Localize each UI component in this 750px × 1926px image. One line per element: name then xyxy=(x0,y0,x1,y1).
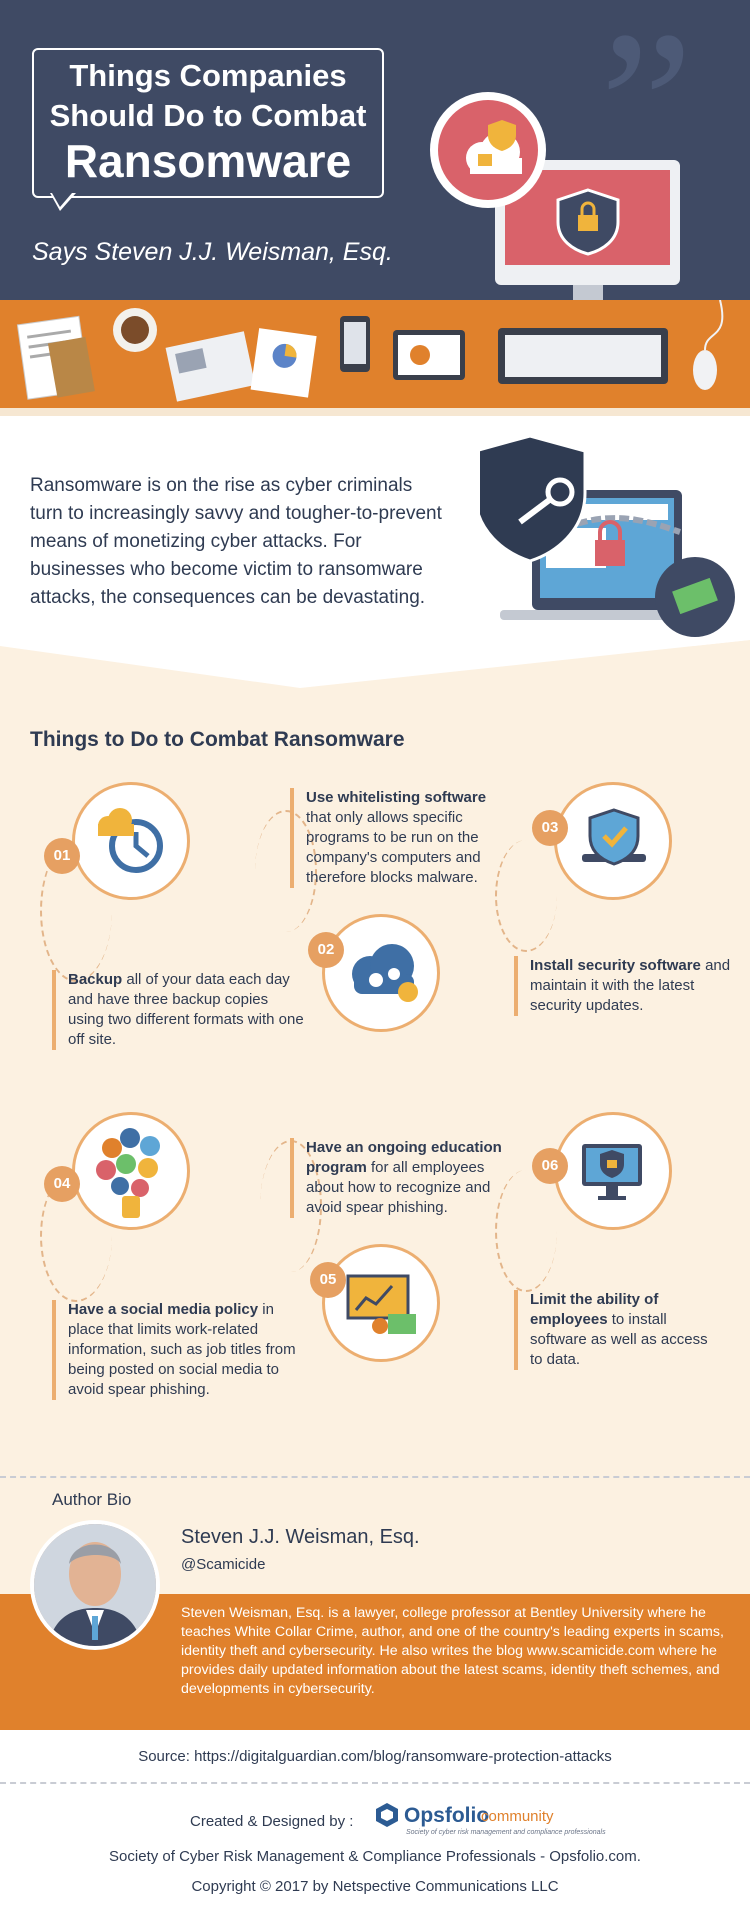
bio-separator xyxy=(0,1476,750,1478)
step-02-text: Use whitelisting software that only allo… xyxy=(290,788,511,888)
social-media-tree-icon xyxy=(96,1128,160,1218)
shield-check-icon xyxy=(582,808,646,866)
step-01-number: 01 xyxy=(44,838,80,874)
laptop-security-illustration xyxy=(480,434,735,637)
subtitle: Says Steven J.J. Weisman, Esq. xyxy=(32,238,393,266)
opsfolio-logo-tagline: Society of cyber risk management and com… xyxy=(406,1829,606,1836)
opsfolio-logo-community: community xyxy=(481,1808,554,1825)
bio-heading: Author Bio xyxy=(52,1490,132,1509)
bio-text: Steven Weisman, Esq. is a lawyer, colleg… xyxy=(181,1605,724,1697)
steps-title: Things to Do to Combat Ransomware xyxy=(30,728,405,751)
step-04-heading: Have a social media policy xyxy=(68,1301,259,1318)
cloud-gears-icon xyxy=(352,944,418,1002)
society-line: Society of Cyber Risk Management & Compl… xyxy=(109,1848,641,1865)
step-03-number: 03 xyxy=(532,810,568,846)
title-box-tail-inner xyxy=(52,193,72,207)
bio-name: Steven J.J. Weisman, Esq. xyxy=(181,1526,420,1548)
step-06-number: 06 xyxy=(532,1148,568,1184)
title-line-1: Things Companies xyxy=(69,58,347,93)
author-avatar xyxy=(30,1520,160,1650)
author-photo xyxy=(34,1524,156,1646)
step-04-text: Have a social media policy in place that… xyxy=(52,1300,308,1400)
bio-handle: @Scamicide xyxy=(181,1556,266,1573)
monitor-shield-icon xyxy=(582,1144,642,1200)
source-separator xyxy=(0,1782,750,1784)
desk-items-illustration xyxy=(16,300,724,402)
step-05-number: 05 xyxy=(310,1262,346,1298)
intro-text: Ransomware is on the rise as cyber crimi… xyxy=(30,475,442,608)
step-05-text: Have an ongoing education program for al… xyxy=(290,1138,516,1218)
step-03-heading: Install security software xyxy=(530,957,701,974)
step-03-text: Install security software and maintain i… xyxy=(514,956,735,1016)
step-02-body: that only allows specific programs to be… xyxy=(306,809,481,886)
title-line-3: Ransomware xyxy=(64,135,352,187)
step-01-text: Backup all of your data each day and hav… xyxy=(52,970,308,1050)
step-02-number: 02 xyxy=(308,932,344,968)
step-04-number: 04 xyxy=(44,1166,80,1202)
opsfolio-logo-text: Opsfolio xyxy=(404,1804,490,1827)
step-01-heading: Backup xyxy=(68,971,123,988)
monitor-lock-illustration xyxy=(430,92,680,305)
source-line: Source: https://digitalguardian.com/blog… xyxy=(138,1748,612,1765)
section-wave xyxy=(0,640,750,700)
copyright: Copyright © 2017 by Netspective Communic… xyxy=(191,1878,559,1895)
step-06-text: Limit the ability of employees to instal… xyxy=(514,1290,710,1370)
created-by-label: Created & Designed by : xyxy=(190,1813,354,1830)
presentation-board-icon xyxy=(346,1274,416,1334)
clock-cloud-icon xyxy=(98,808,163,873)
strip-divider xyxy=(0,408,750,416)
opsfolio-logo-icon xyxy=(376,1803,398,1827)
step-02-heading: Use whitelisting software xyxy=(306,789,487,806)
title-line-2: Should Do to Combat xyxy=(49,98,367,133)
